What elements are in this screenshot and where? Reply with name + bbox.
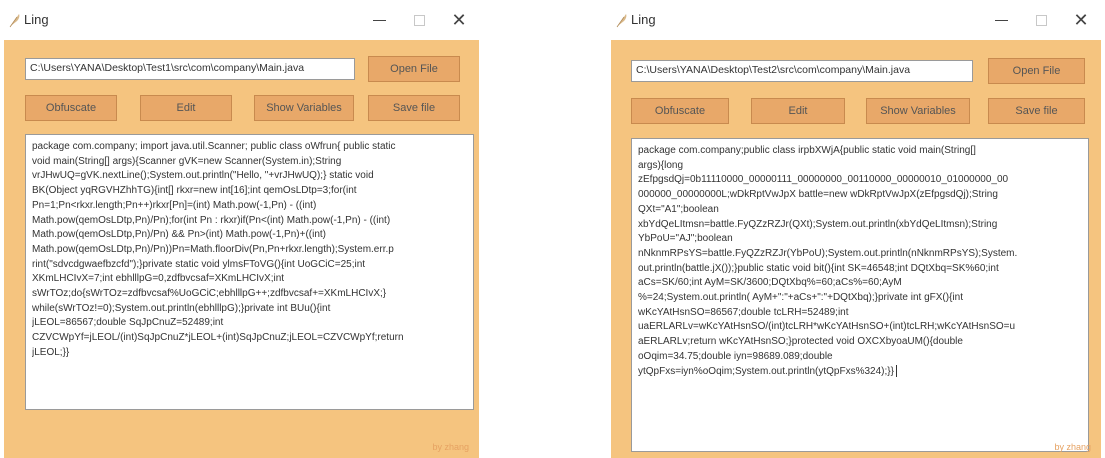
code-line-text: ytQpFxs=iyn%oOqim;System.out.println(ytQ… bbox=[638, 365, 894, 377]
minimize-button[interactable] bbox=[359, 6, 399, 34]
feather-icon bbox=[9, 14, 20, 28]
code-line: aCs=SK/60;int AyM=SK/3600;DQtXbq%=60;aCs… bbox=[638, 277, 902, 289]
code-line: sWrTOz;do{sWrTOz=zdfbvcsaf%UoGCiC;ebhlll… bbox=[32, 288, 387, 300]
code-line: 000000_00000000L;wDkRptVwJpX battle=new … bbox=[638, 189, 998, 201]
window-title: Ling bbox=[631, 12, 656, 27]
minimize-button[interactable] bbox=[981, 6, 1021, 34]
code-line: YbPoU="AJ";boolean bbox=[638, 233, 733, 245]
maximize-icon bbox=[413, 14, 425, 26]
code-line: while(sWrTOz!=0);System.out.println(ebhl… bbox=[32, 302, 331, 314]
code-line: nNknmRPsYS=battle.FyQZzRZJr(YbPoU);Syste… bbox=[638, 247, 1018, 259]
close-icon: ✕ bbox=[451, 9, 467, 30]
minimize-icon bbox=[994, 19, 1008, 21]
app-window-2: Ling ✕ C:\Users\YANA\Desktop\Test2\src\c… bbox=[607, 0, 1105, 458]
show-variables-button[interactable]: Show Variables bbox=[254, 95, 354, 121]
open-file-button[interactable]: Open File bbox=[988, 58, 1085, 84]
code-line: jLEOL=86567;double SqJpCnuZ=52489;int bbox=[32, 317, 224, 329]
code-line: XKmLHCIvX=7;int ebhlllpG=0,zdfbvcsaf=XKm… bbox=[32, 273, 285, 285]
code-line: Math.pow(qemOsLDtp,Pn)/Pn);for(int Pn : … bbox=[32, 214, 391, 226]
code-line: ytQpFxs=iyn%oOqim;System.out.println(ytQ… bbox=[638, 364, 1082, 380]
open-file-button[interactable]: Open File bbox=[368, 56, 460, 82]
code-line: rint("sdvcdgwaefbzcfd");}private static … bbox=[32, 258, 366, 270]
code-editor[interactable]: package com.company;public class irpbXWj… bbox=[631, 138, 1089, 452]
code-line: %=24;System.out.println( AyM+":"+aCs+":"… bbox=[638, 292, 963, 304]
app-window-1: Ling ✕ C:\Users\YANA\Desktop\Test1\src\c… bbox=[0, 0, 483, 458]
code-line: zEfpgsdQj=0b11110000_00000111_00000000_0… bbox=[638, 174, 1009, 186]
code-line: Math.pow(qemOsLDtp,Pn)/Pn))Pn=Math.floor… bbox=[32, 243, 394, 255]
text-caret bbox=[895, 364, 897, 377]
close-icon: ✕ bbox=[1073, 9, 1089, 30]
file-path-input[interactable]: C:\Users\YANA\Desktop\Test2\src\com\comp… bbox=[631, 60, 973, 82]
code-line: void main(String[] args){Scanner gVK=new… bbox=[32, 155, 342, 167]
minimize-icon bbox=[372, 19, 386, 21]
code-line: uaERLARLv=wKcYAtHsnSO/(int)tcLRH*wKcYAtH… bbox=[638, 321, 1016, 333]
code-line: out.println(battle.jX());}public static … bbox=[638, 262, 999, 274]
code-line: CZVCWpYf=jLEOL/(int)SqJpCnuZ*jLEOL+(int)… bbox=[32, 332, 404, 344]
code-line: Pn=1;Pn<rkxr.length;Pn++)rkxr[Pn]=(int) … bbox=[32, 199, 317, 211]
code-line: xbYdQeLItmsn=battle.FyQZzRZJr(QXt);Syste… bbox=[638, 218, 998, 230]
save-file-button[interactable]: Save file bbox=[368, 95, 460, 121]
window-title: Ling bbox=[24, 12, 49, 27]
code-line: aERLARLv;return wKcYAtHsnSO;}protected v… bbox=[638, 336, 963, 348]
title-bar[interactable]: Ling ✕ bbox=[0, 0, 483, 40]
code-line: wKcYAtHsnSO=86567;double tcLRH=52489;int bbox=[638, 306, 849, 318]
footer-credit: by zhang bbox=[432, 442, 469, 452]
obfuscate-button[interactable]: Obfuscate bbox=[25, 95, 117, 121]
code-line: QXt="A1";boolean bbox=[638, 203, 719, 215]
close-button[interactable]: ✕ bbox=[1061, 6, 1101, 34]
code-line: package com.company; import java.util.Sc… bbox=[32, 141, 396, 152]
maximize-button[interactable] bbox=[1021, 6, 1061, 34]
main-panel: C:\Users\YANA\Desktop\Test2\src\com\comp… bbox=[611, 40, 1101, 458]
code-line: BK(Object yqRGVHZhhTG){int[] rkxr=new in… bbox=[32, 185, 357, 197]
file-path-input[interactable]: C:\Users\YANA\Desktop\Test1\src\com\comp… bbox=[25, 58, 355, 80]
edit-button[interactable]: Edit bbox=[140, 95, 232, 121]
save-file-button[interactable]: Save file bbox=[988, 98, 1085, 124]
feather-icon bbox=[616, 14, 627, 28]
code-line: vrJHwUQ=gVK.nextLine();System.out.printl… bbox=[32, 170, 374, 182]
maximize-button[interactable] bbox=[399, 6, 439, 34]
code-line: package com.company;public class irpbXWj… bbox=[638, 145, 976, 156]
code-line: Math.pow(qemOsLDtp,Pn)/Pn) && Pn>(int) M… bbox=[32, 229, 326, 241]
code-line: args){long bbox=[638, 159, 684, 171]
code-line: oOqim=34.75;double iyn=98689.089;double bbox=[638, 350, 833, 362]
show-variables-button[interactable]: Show Variables bbox=[866, 98, 970, 124]
code-editor[interactable]: package com.company; import java.util.Sc… bbox=[25, 134, 474, 410]
close-button[interactable]: ✕ bbox=[439, 6, 479, 34]
main-panel: C:\Users\YANA\Desktop\Test1\src\com\comp… bbox=[4, 40, 479, 458]
code-line: jLEOL;}} bbox=[32, 346, 70, 358]
obfuscate-button[interactable]: Obfuscate bbox=[631, 98, 729, 124]
title-bar[interactable]: Ling ✕ bbox=[607, 0, 1105, 40]
maximize-icon bbox=[1035, 14, 1047, 26]
edit-button[interactable]: Edit bbox=[751, 98, 845, 124]
footer-credit: by zhang bbox=[1054, 442, 1091, 452]
